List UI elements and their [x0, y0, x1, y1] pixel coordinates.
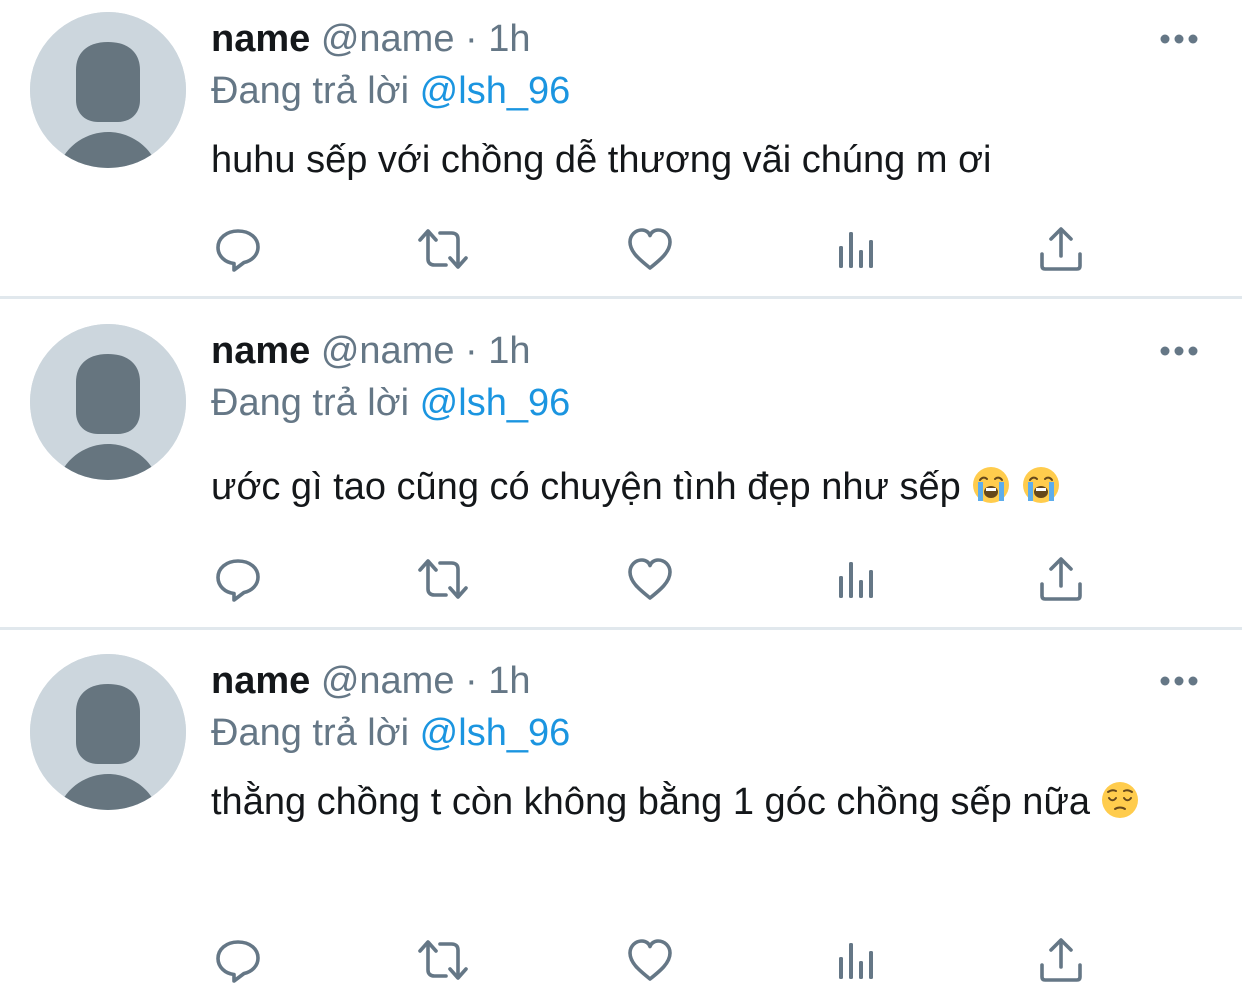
- more-options-icon[interactable]: [1158, 674, 1200, 688]
- reply-button[interactable]: [208, 549, 268, 609]
- display-name[interactable]: name: [211, 330, 310, 372]
- tweet-text-content: ước gì tao cũng có chuyện tình đẹp như s…: [211, 466, 961, 508]
- pensive-face-icon: [1100, 780, 1140, 820]
- replying-to-label: Đang trả lời: [211, 712, 410, 754]
- timestamp[interactable]: 1h: [488, 660, 530, 702]
- analytics-button[interactable]: [826, 930, 886, 990]
- replying-to: Đang trả lời @lsh_96: [211, 66, 570, 116]
- avatar[interactable]: [30, 654, 186, 810]
- action-bar: [0, 549, 1242, 609]
- mention-link[interactable]: @lsh_96: [420, 712, 571, 754]
- separator-dot: ·: [465, 330, 478, 372]
- like-icon: [625, 935, 675, 985]
- user-handle[interactable]: @name: [321, 18, 455, 60]
- display-name[interactable]: name: [211, 18, 310, 60]
- tweet-header: name @name · 1h: [211, 326, 531, 376]
- analytics-button[interactable]: [826, 219, 886, 279]
- separator-dot: ·: [465, 18, 478, 60]
- tweet[interactable]: name @name · 1h Đang trả lời @lsh_96 huh…: [0, 0, 1242, 297]
- share-button[interactable]: [1031, 219, 1091, 279]
- tweet-text: huhu sếp với chồng dễ thương vãi chúng m…: [211, 128, 1201, 192]
- default-avatar-icon: [30, 324, 186, 480]
- share-icon: [1036, 224, 1086, 274]
- like-button[interactable]: [620, 930, 680, 990]
- tweet-text-content: huhu sếp với chồng dễ thương vãi chúng m…: [211, 139, 992, 181]
- analytics-icon: [831, 224, 881, 274]
- replying-to: Đang trả lời @lsh_96: [211, 378, 570, 428]
- tweet-header: name @name · 1h: [211, 14, 531, 64]
- mention-link[interactable]: @lsh_96: [420, 382, 571, 424]
- user-handle[interactable]: @name: [321, 330, 455, 372]
- share-icon: [1036, 554, 1086, 604]
- separator-dot: ·: [465, 660, 478, 702]
- reply-icon: [213, 935, 263, 985]
- replying-to: Đang trả lời @lsh_96: [211, 708, 570, 758]
- analytics-icon: [831, 935, 881, 985]
- like-icon: [625, 224, 675, 274]
- loudly-crying-face-icon: [971, 465, 1011, 505]
- share-icon: [1036, 935, 1086, 985]
- share-button[interactable]: [1031, 930, 1091, 990]
- share-button[interactable]: [1031, 549, 1091, 609]
- like-icon: [625, 554, 675, 604]
- retweet-button[interactable]: [413, 930, 473, 990]
- tweet[interactable]: name @name · 1h Đang trả lời @lsh_96 ước…: [0, 299, 1242, 627]
- analytics-button[interactable]: [826, 549, 886, 609]
- replying-to-label: Đang trả lời: [211, 382, 410, 424]
- reply-button[interactable]: [208, 930, 268, 990]
- tweet-text: thằng chồng t còn không bằng 1 góc chồng…: [211, 770, 1171, 834]
- default-avatar-icon: [30, 12, 186, 168]
- mention-link[interactable]: @lsh_96: [420, 70, 571, 112]
- retweet-icon: [413, 224, 473, 274]
- analytics-icon: [831, 554, 881, 604]
- action-bar: [0, 219, 1242, 279]
- replying-to-label: Đang trả lời: [211, 70, 410, 112]
- reply-button[interactable]: [208, 219, 268, 279]
- like-button[interactable]: [620, 219, 680, 279]
- avatar[interactable]: [30, 12, 186, 168]
- retweet-icon: [413, 554, 473, 604]
- timestamp[interactable]: 1h: [488, 330, 530, 372]
- tweet-text: ước gì tao cũng có chuyện tình đẹp như s…: [211, 455, 1201, 519]
- tweet-header: name @name · 1h: [211, 656, 531, 706]
- tweet-text-content: thằng chồng t còn không bằng 1 góc chồng…: [211, 781, 1091, 823]
- avatar[interactable]: [30, 324, 186, 480]
- tweet[interactable]: name @name · 1h Đang trả lời @lsh_96 thằ…: [0, 630, 1242, 1004]
- action-bar: [0, 930, 1242, 990]
- timestamp[interactable]: 1h: [488, 18, 530, 60]
- reply-icon: [213, 554, 263, 604]
- retweet-button[interactable]: [413, 549, 473, 609]
- retweet-icon: [413, 935, 473, 985]
- loudly-crying-face-icon: [1021, 465, 1061, 505]
- default-avatar-icon: [30, 654, 186, 810]
- display-name[interactable]: name: [211, 660, 310, 702]
- like-button[interactable]: [620, 549, 680, 609]
- retweet-button[interactable]: [413, 219, 473, 279]
- more-options-icon[interactable]: [1158, 344, 1200, 358]
- more-options-icon[interactable]: [1158, 32, 1200, 46]
- user-handle[interactable]: @name: [321, 660, 455, 702]
- reply-icon: [213, 224, 263, 274]
